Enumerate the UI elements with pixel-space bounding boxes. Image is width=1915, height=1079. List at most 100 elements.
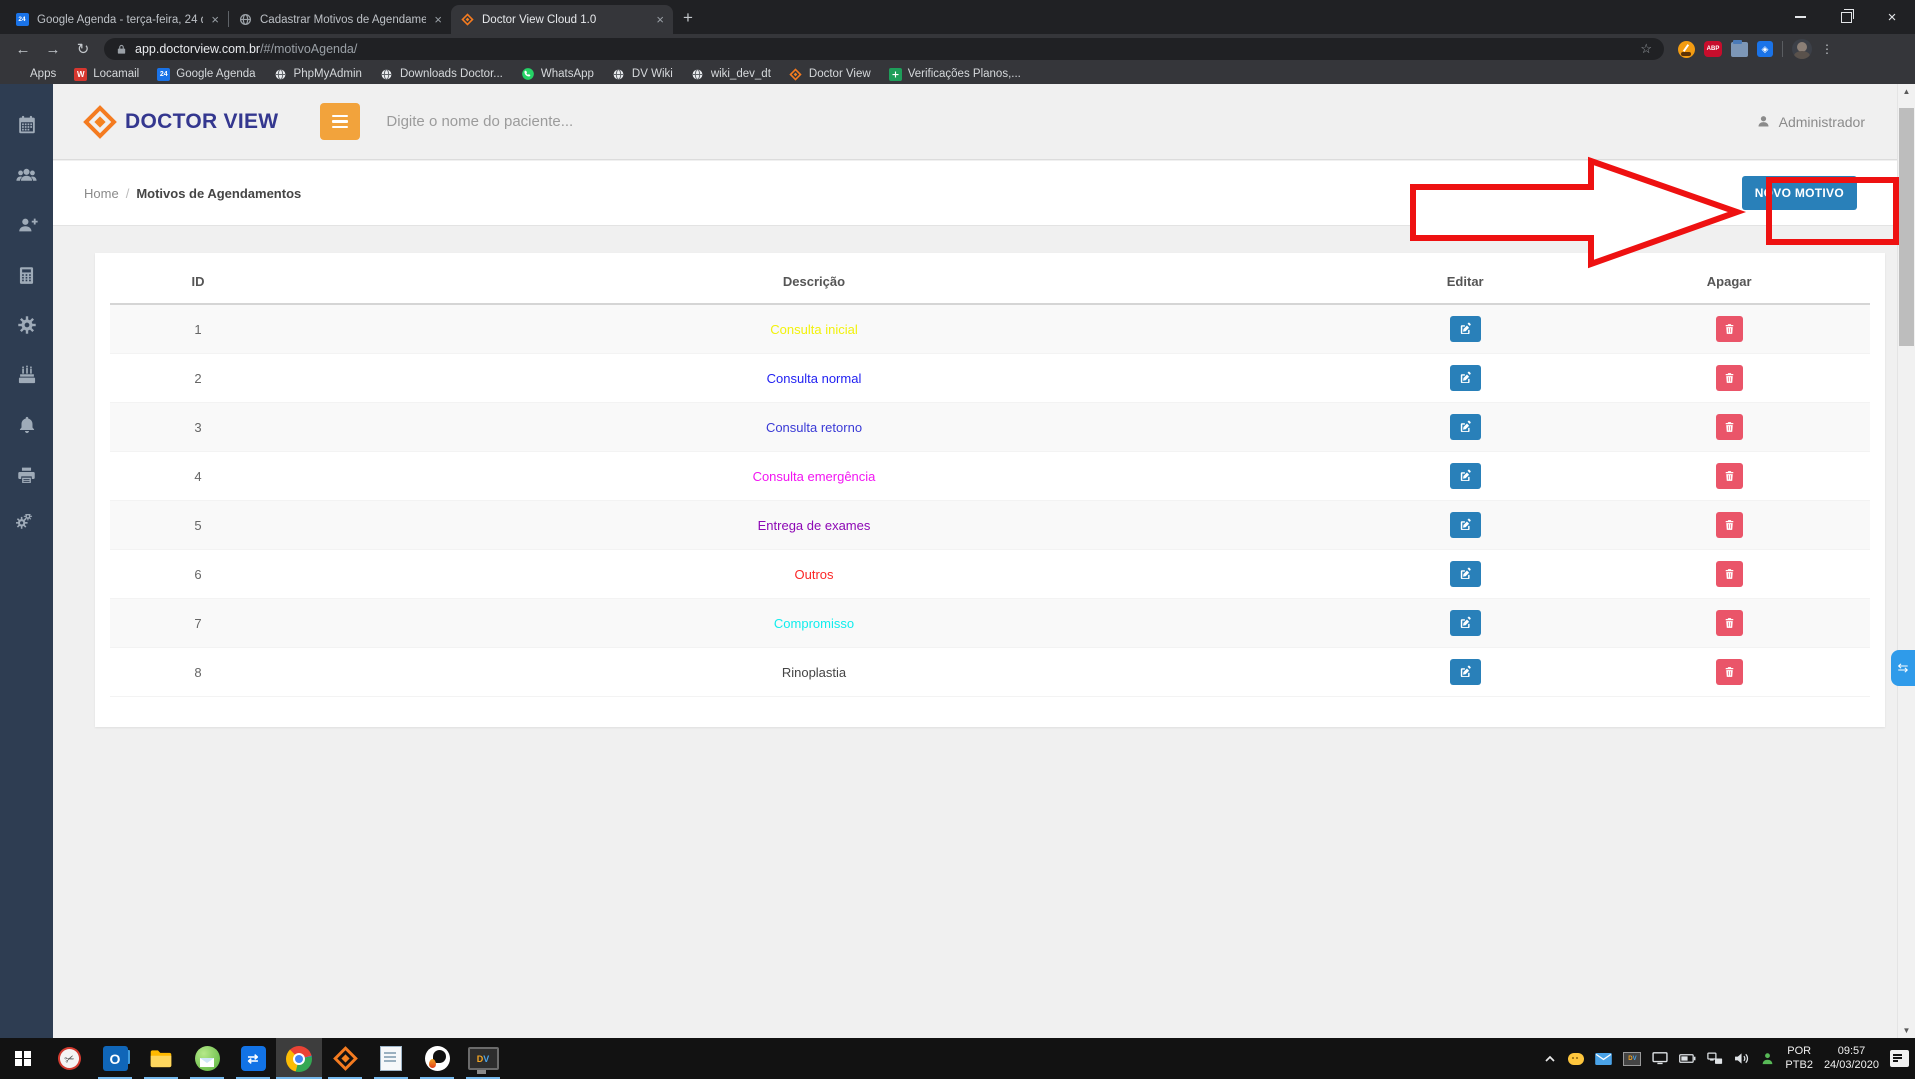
window-minimize-button[interactable] — [1777, 0, 1823, 34]
edit-button[interactable] — [1449, 316, 1481, 342]
edit-button[interactable] — [1449, 561, 1481, 587]
tab-close-icon[interactable]: × — [434, 12, 442, 27]
adblock-plus-icon[interactable]: ABP — [1704, 41, 1722, 57]
bookmark-dv-wiki[interactable]: DV Wiki — [612, 67, 673, 81]
bookmark-wiki-dev[interactable]: wiki_dev_dt — [691, 67, 771, 81]
tray-language-indicator[interactable]: POR PTB2 — [1785, 1045, 1813, 1072]
tray-dv-monitor-icon[interactable]: DV — [1623, 1051, 1642, 1066]
tray-chevron-up-icon[interactable] — [1543, 1052, 1557, 1066]
tab-close-icon[interactable]: × — [211, 12, 219, 27]
extension-blue-icon[interactable]: ◈ — [1757, 41, 1773, 57]
bookmark-google-agenda[interactable]: 24 Google Agenda — [157, 67, 256, 81]
row-id: 4 — [110, 451, 286, 501]
doctorview-diamond-icon — [460, 13, 474, 27]
sidebar-item-aniversarios[interactable] — [0, 350, 53, 400]
tray-network-icon[interactable] — [1707, 1052, 1723, 1065]
menu-toggle-button[interactable] — [320, 103, 361, 140]
start-button[interactable] — [0, 1038, 46, 1079]
edit-button[interactable] — [1449, 610, 1481, 636]
row-id: 5 — [110, 500, 286, 550]
edit-button[interactable] — [1449, 512, 1481, 538]
sidebar-item-sistema[interactable] — [0, 500, 53, 550]
tab-close-icon[interactable]: × — [656, 12, 664, 27]
sidebar-item-novo-paciente[interactable] — [0, 200, 53, 250]
taskbar-webmail[interactable] — [184, 1038, 230, 1079]
page-scrollbar[interactable]: ▲ ▼ — [1897, 84, 1915, 1038]
sidebar-item-pacientes[interactable] — [0, 150, 53, 200]
delete-button[interactable] — [1715, 414, 1743, 440]
tab-google-agenda[interactable]: 24 Google Agenda - terça-feira, 24 d × — [6, 5, 228, 34]
delete-button[interactable] — [1715, 659, 1743, 685]
sidebar-item-impressao[interactable] — [0, 450, 53, 500]
delete-button[interactable] — [1715, 561, 1743, 587]
bookmark-downloads-doctor[interactable]: Downloads Doctor... — [380, 67, 503, 81]
column-header-apagar: Apagar — [1588, 253, 1870, 305]
tray-volume-icon[interactable] — [1734, 1052, 1750, 1065]
tray-feedback-icon[interactable] — [1568, 1052, 1585, 1065]
edit-button[interactable] — [1449, 463, 1481, 489]
taskbar-outlook[interactable]: O — [92, 1038, 138, 1079]
bookmark-star-icon[interactable]: ☆ — [1640, 41, 1652, 57]
tab-label: Doctor View Cloud 1.0 — [482, 13, 597, 26]
bookmark-verificacoes[interactable]: Verificações Planos,... — [888, 67, 1021, 81]
edit-button[interactable] — [1449, 365, 1481, 391]
edit-button[interactable] — [1449, 659, 1481, 685]
locamail-icon: W — [74, 67, 88, 81]
teamviewer-flap[interactable]: ⇆ — [1891, 650, 1915, 686]
delete-button[interactable] — [1715, 365, 1743, 391]
row-desc: Entrega de exames — [757, 517, 871, 533]
extension-folder-icon[interactable] — [1731, 39, 1748, 57]
forward-button[interactable]: → — [40, 41, 66, 58]
new-tab-button[interactable]: + — [683, 8, 693, 28]
taskbar-doctor-view[interactable] — [322, 1038, 368, 1079]
tray-user-status-icon[interactable] — [1761, 1052, 1774, 1065]
taskbar-chrome-active[interactable] — [276, 1038, 322, 1079]
delete-button[interactable] — [1715, 316, 1743, 342]
delete-button[interactable] — [1715, 463, 1743, 489]
row-id: 8 — [110, 647, 286, 697]
taskbar-dv-terminal[interactable]: DV — [460, 1038, 506, 1079]
tab-cadastrar-motivos[interactable]: Cadastrar Motivos de Agendame × — [229, 5, 451, 34]
edit-button[interactable] — [1449, 414, 1481, 440]
user-menu[interactable]: Administrador — [1756, 114, 1865, 130]
sidebar-item-financeiro[interactable] — [0, 250, 53, 300]
bookmark-locamail[interactable]: W Locamail — [74, 67, 139, 81]
bookmark-phpmyadmin[interactable]: PhpMyAdmin — [274, 67, 362, 81]
tray-clock[interactable]: 09:57 24/03/2020 — [1824, 1045, 1879, 1072]
webmail-icon — [194, 1046, 220, 1071]
patient-search-input[interactable] — [384, 112, 819, 131]
window-restore-button[interactable] — [1823, 0, 1869, 34]
profile-avatar[interactable] — [1792, 39, 1812, 59]
scrollbar-thumb[interactable] — [1899, 108, 1914, 346]
window-close-button[interactable]: × — [1869, 0, 1915, 34]
taskbar-teamviewer[interactable]: ⇄ — [230, 1038, 276, 1079]
calendar-24-icon: 24 — [15, 13, 29, 27]
tray-display-icon[interactable] — [1652, 1052, 1669, 1065]
address-bar[interactable]: app.doctorview.com.br/#/motivoAgenda/ ☆ — [104, 38, 1664, 60]
sidebar-item-notificacoes[interactable] — [0, 400, 53, 450]
breadcrumb-home-link[interactable]: Home — [84, 186, 119, 201]
bookmark-apps[interactable]: Apps — [12, 68, 56, 80]
sidebar-item-agenda[interactable] — [0, 100, 53, 150]
browser-menu-icon[interactable]: ⋮ — [1821, 43, 1833, 55]
scroll-up-icon[interactable]: ▲ — [1898, 87, 1915, 96]
delete-button[interactable] — [1715, 512, 1743, 538]
taskbar-file-explorer[interactable] — [138, 1038, 184, 1079]
extension-gauge-icon[interactable] — [1678, 40, 1695, 58]
edit-pencil-icon — [1460, 567, 1471, 579]
tab-doctor-view-active[interactable]: Doctor View Cloud 1.0 × — [451, 5, 673, 34]
novo-motivo-button[interactable]: NOVO MOTIVO — [1741, 176, 1857, 210]
scroll-down-icon[interactable]: ▼ — [1898, 1026, 1915, 1035]
tray-mail-icon[interactable] — [1595, 1052, 1613, 1065]
taskbar-snipping-tool[interactable]: ✂ — [46, 1038, 92, 1079]
reload-button[interactable]: ↻ — [70, 40, 96, 58]
back-button[interactable]: ← — [10, 41, 36, 58]
tray-battery-icon[interactable] — [1679, 1054, 1696, 1063]
delete-button[interactable] — [1715, 610, 1743, 636]
sidebar-item-configuracoes[interactable] — [0, 300, 53, 350]
taskbar-notepad[interactable] — [368, 1038, 414, 1079]
bookmark-whatsapp[interactable]: WhatsApp — [521, 67, 594, 81]
action-center-icon[interactable] — [1890, 1050, 1909, 1067]
bookmark-doctor-view[interactable]: Doctor View — [789, 67, 871, 81]
taskbar-bird-app[interactable] — [414, 1038, 460, 1079]
